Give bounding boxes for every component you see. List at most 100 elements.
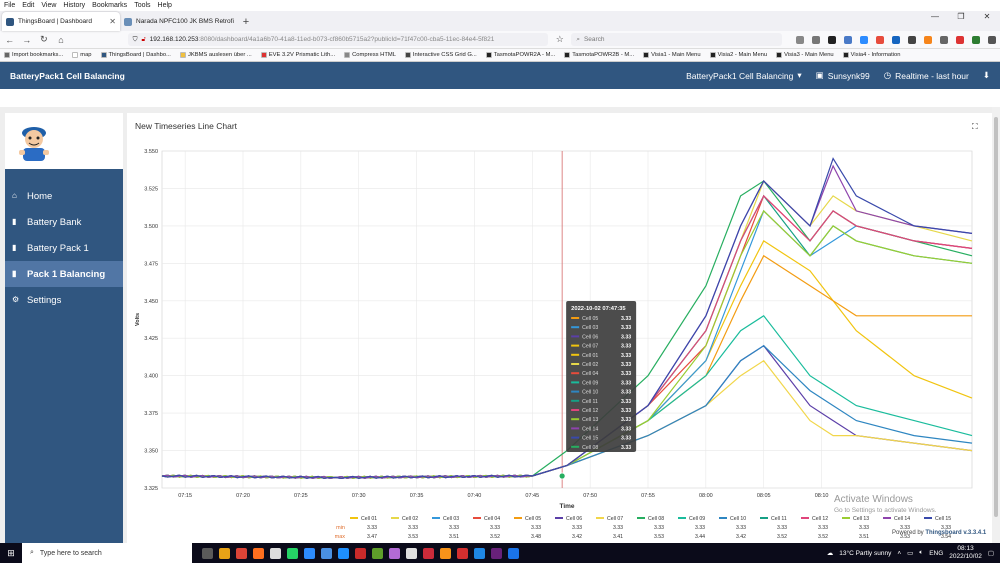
search-field[interactable]: ⌕ Search — [571, 33, 782, 46]
scrollbar-thumb[interactable] — [994, 117, 998, 517]
extension-icon[interactable] — [891, 35, 900, 44]
export-button[interactable]: ⬇ — [983, 70, 990, 81]
tab-thingsboard[interactable]: ThingsBoard | Dashboard ✕ — [2, 12, 120, 31]
taskbar-app-icon[interactable] — [508, 547, 519, 559]
windows-start-icon[interactable]: ⊞ — [0, 543, 22, 563]
bookmark-item[interactable]: Interactive CSS Grid G... — [404, 52, 477, 58]
state-selector[interactable]: BatteryPack1 Cell Balancing ▾ — [686, 70, 802, 81]
new-tab-button[interactable]: + — [238, 12, 254, 31]
extension-icon[interactable] — [875, 35, 884, 44]
menu-item[interactable]: View — [41, 0, 56, 11]
taskbar-app-icon[interactable] — [338, 547, 349, 559]
sidebar-item-battery-bank[interactable]: ▮ Battery Bank — [5, 209, 123, 235]
bookmark-item[interactable]: ThingsBoard | Dashbo... — [100, 52, 171, 58]
battery-icon: ▮ — [12, 269, 17, 278]
menu-item[interactable]: Help — [158, 0, 172, 11]
logo-area — [5, 113, 123, 169]
metamask-icon[interactable] — [923, 35, 932, 44]
taskbar-app-icon[interactable] — [372, 547, 383, 559]
line-chart[interactable]: 3.325 3.350 3.375 3.400 3.425 3.450 3.475 3.500… — [127, 113, 992, 543]
tooltip-series-value: 3.33 — [621, 426, 631, 432]
taskbar-app-icon[interactable] — [270, 547, 281, 559]
taskbar-app-icon[interactable] — [321, 547, 332, 559]
extension-icon[interactable] — [827, 35, 836, 44]
taskbar-app-icon[interactable] — [423, 547, 434, 559]
profile-icon[interactable] — [971, 35, 980, 44]
legend-series-name: Cell 09 — [689, 516, 705, 522]
minimize-icon[interactable]: — — [922, 11, 948, 23]
extension-icon[interactable] — [859, 35, 868, 44]
back-icon[interactable]: ← — [4, 34, 15, 46]
taskbar-app-icon[interactable] — [355, 547, 366, 559]
powered-by-link[interactable]: Thingsboard v.3.3.4.1 — [925, 530, 986, 536]
pocket-icon[interactable] — [795, 35, 804, 44]
taskbar-app-icon[interactable] — [236, 547, 247, 559]
menu-item[interactable]: Tools — [134, 0, 150, 11]
bookmark-item[interactable]: TasmotaPOWR2B - M... — [564, 52, 634, 58]
tooltip-series-value: 3.33 — [621, 362, 631, 368]
speaker-icon[interactable]: 🔈︎ — [919, 549, 923, 557]
sidebar-item-home[interactable]: ⌂ Home — [5, 183, 123, 209]
bookmark-item[interactable]: map — [72, 52, 92, 58]
language-indicator[interactable]: ENG — [929, 550, 943, 557]
bookmark-item[interactable]: TasmotaPOWR2A - M... — [485, 52, 555, 58]
powered-by-prefix: Powered by — [892, 530, 924, 536]
menu-item[interactable]: History — [63, 0, 85, 11]
brave-icon[interactable] — [955, 35, 964, 44]
menu-icon[interactable] — [987, 35, 996, 44]
taskbar-app-icon[interactable] — [474, 547, 485, 559]
menu-bar: File Edit View History Bookmarks Tools Help — [0, 0, 1000, 11]
y-tick-label: 3.325 — [144, 486, 158, 492]
x-tick-label: 07:50 — [583, 493, 597, 499]
forward-icon[interactable]: → — [21, 34, 32, 46]
bookmark-item[interactable]: EVE 3.2V Prismatic Lith... — [260, 52, 336, 58]
reader-icon[interactable] — [811, 35, 820, 44]
home-icon[interactable]: ⌂ — [55, 34, 66, 46]
extension-icon[interactable] — [939, 35, 948, 44]
menu-item[interactable]: Edit — [22, 0, 34, 11]
tab-narada[interactable]: Narada NPFC100 JK BMS Retrofi — [120, 12, 238, 31]
taskbar-search[interactable]: ⌕ Type here to search — [22, 543, 192, 563]
taskbar-app-icon[interactable] — [202, 547, 213, 559]
reload-icon[interactable]: ↻ — [38, 34, 49, 46]
taskbar-app-icon[interactable] — [406, 547, 417, 559]
y-tick-label: 3.500 — [144, 224, 158, 230]
close-window-icon[interactable]: ✕ — [974, 11, 1000, 23]
sidebar-item-battery-pack-1[interactable]: ▮ Battery Pack 1 — [5, 235, 123, 261]
chevron-up-icon[interactable]: ˄ — [897, 550, 901, 557]
sidebar-item-settings[interactable]: ⚙ Settings — [5, 287, 123, 313]
bookmark-item[interactable]: JKBMS auslesen über ... — [179, 52, 252, 58]
user-entity[interactable]: ▣ Sunsynk99 — [816, 70, 870, 81]
taskbar-app-icon[interactable] — [304, 547, 315, 559]
bookmark-item[interactable]: Compress HTML — [344, 52, 396, 58]
page-scrollbar[interactable] — [992, 107, 1000, 543]
bookmark-item[interactable]: Import bookmarks... — [4, 52, 63, 58]
menu-item[interactable]: File — [4, 0, 15, 11]
timewindow-selector[interactable]: ◷ Realtime - last hour — [884, 70, 969, 81]
bookmark-item[interactable]: Visia1 - Main Menu — [643, 52, 701, 58]
sidebar-item-pack-1-balancing[interactable]: ▮ Pack 1 Balancing — [5, 261, 123, 287]
taskbar-app-icon[interactable] — [219, 547, 230, 559]
extension-icon[interactable] — [907, 35, 916, 44]
notifications-icon[interactable]: ▢ — [988, 549, 994, 557]
menu-item[interactable]: Bookmarks — [92, 0, 127, 11]
taskbar-app-icon[interactable] — [440, 547, 451, 559]
extension-icon[interactable] — [843, 35, 852, 44]
restore-icon[interactable]: ❐ — [948, 11, 974, 23]
taskbar-app-icon[interactable] — [457, 547, 468, 559]
taskbar-app-icon[interactable] — [491, 547, 502, 559]
bookmark-star-icon[interactable]: ☆ — [554, 34, 565, 46]
close-tab-icon[interactable]: ✕ — [109, 17, 116, 26]
taskbar-app-icon[interactable] — [253, 547, 264, 559]
network-icon[interactable]: ▭ — [907, 549, 913, 557]
taskbar-app-icon[interactable] — [287, 547, 298, 559]
bookmark-label: EVE 3.2V Prismatic Lith... — [268, 52, 336, 58]
taskbar-app-icon[interactable] — [389, 547, 400, 559]
bookmark-item[interactable]: Visia4 - Information — [842, 52, 900, 58]
clock[interactable]: 08:13 2022/10/02 — [949, 545, 982, 561]
tooltip-series-value: 3.33 — [621, 408, 631, 414]
bookmark-item[interactable]: Visia3 - Main Menu — [776, 52, 834, 58]
bookmark-item[interactable]: Visia2 - Main Menu — [709, 52, 767, 58]
bookmarks-bar: Import bookmarks... map ThingsBoard | Dash… — [0, 49, 1000, 62]
url-bar[interactable]: ⛉ 🔓︎ 192.168.120.253:8080/dashboard/4a1a… — [127, 33, 549, 46]
